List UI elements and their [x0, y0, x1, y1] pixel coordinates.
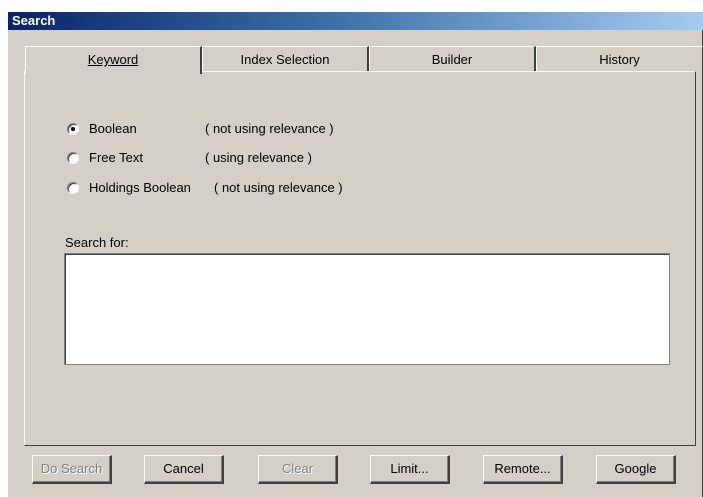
radio-boolean[interactable]: Boolean ( not using relevance ): [67, 120, 397, 138]
radio-boolean-label: Boolean: [89, 121, 137, 136]
google-button[interactable]: Google: [596, 455, 676, 484]
tab-strip: Keyword Index Selection Builder History: [25, 46, 703, 74]
tab-keyword-label: Keyword: [87, 52, 139, 67]
radio-free-text[interactable]: Free Text ( using relevance ): [67, 149, 397, 167]
radio-free-text-label: Free Text: [89, 150, 143, 165]
radio-holdings-boolean-label: Holdings Boolean: [89, 180, 191, 195]
search-for-input[interactable]: [64, 253, 670, 365]
remote-button[interactable]: Remote...: [483, 455, 563, 484]
tab-keyword[interactable]: Keyword: [25, 46, 202, 74]
search-for-label: Search for:: [65, 235, 129, 250]
window-title: Search: [12, 13, 56, 28]
do-search-button[interactable]: Do Search: [32, 455, 112, 484]
radio-button-icon[interactable]: [67, 123, 79, 135]
radio-holdings-boolean-note: ( not using relevance ): [214, 180, 343, 195]
title-bar[interactable]: Search: [8, 12, 703, 30]
radio-boolean-note: ( not using relevance ): [205, 121, 334, 136]
radio-button-icon[interactable]: [67, 152, 79, 164]
radio-selected-dot: [71, 127, 75, 131]
search-dialog: Keyword Index Selection Builder History …: [8, 30, 703, 497]
radio-free-text-note: ( using relevance ): [205, 150, 312, 165]
tab-index-selection-label: Index Selection: [240, 52, 330, 67]
radio-holdings-boolean[interactable]: Holdings Boolean ( not using relevance ): [67, 179, 397, 197]
tab-history-label: History: [599, 52, 640, 67]
tab-builder-label: Builder: [431, 52, 473, 67]
tab-builder[interactable]: Builder: [369, 46, 536, 72]
limit-button[interactable]: Limit...: [370, 455, 450, 484]
radio-button-icon[interactable]: [67, 182, 79, 194]
cancel-button[interactable]: Cancel: [144, 455, 224, 484]
tab-index-selection[interactable]: Index Selection: [202, 46, 369, 72]
tab-history[interactable]: History: [536, 46, 703, 72]
clear-button[interactable]: Clear: [258, 455, 338, 484]
keyword-panel: Boolean ( not using relevance ) Free Tex…: [24, 71, 696, 446]
